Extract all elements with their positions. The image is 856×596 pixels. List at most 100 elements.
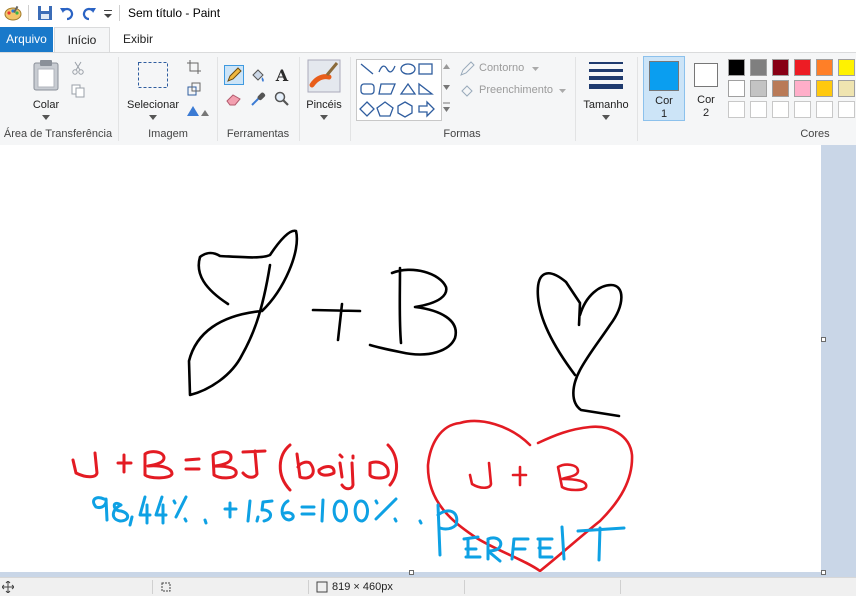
color-swatch[interactable]	[794, 101, 811, 118]
selection-size-icon	[161, 582, 171, 592]
size-button[interactable]: Tamanho	[580, 57, 632, 121]
color-swatch[interactable]	[816, 59, 833, 76]
ribbon: Colar Área de Transferência Selecionar I…	[0, 52, 856, 146]
select-label: Selecionar	[127, 99, 179, 111]
colors-group-label: Cores	[800, 128, 830, 140]
clipboard-group-label: Área de Transferência	[3, 128, 113, 140]
fill-bucket-icon	[461, 85, 473, 97]
color-swatch[interactable]	[772, 80, 789, 97]
color-swatch[interactable]	[816, 101, 833, 118]
color-swatch[interactable]	[728, 59, 745, 76]
chevron-down-icon	[320, 115, 328, 120]
color-swatch[interactable]	[772, 101, 789, 118]
color-swatch[interactable]	[728, 101, 745, 118]
black-drawing	[187, 229, 623, 418]
undo-icon[interactable]	[59, 4, 75, 22]
color-swatch[interactable]	[794, 80, 811, 97]
color-swatch[interactable]	[728, 80, 745, 97]
paint-app-icon[interactable]	[4, 4, 22, 22]
fill-label: Preenchimento	[479, 84, 553, 96]
clipboard-icon	[33, 60, 59, 91]
line-size-icon	[589, 62, 623, 89]
text-tool-icon[interactable]: A	[272, 65, 292, 85]
black-heart	[536, 272, 623, 418]
rotate-icon[interactable]	[184, 101, 212, 121]
status-bar: 819 × 460px	[0, 577, 856, 596]
color1-number: 1	[660, 108, 668, 120]
drawing-canvas[interactable]	[0, 145, 826, 575]
customize-toolbar-icon[interactable]	[103, 4, 113, 22]
color2-swatch	[694, 63, 718, 87]
select-button[interactable]: Selecionar	[124, 57, 182, 121]
window-title: Sem título - Paint	[128, 6, 221, 20]
magnifier-icon[interactable]	[272, 89, 292, 109]
color1-swatch	[649, 61, 679, 91]
canvas-resize-handle-right[interactable]	[821, 337, 826, 342]
cut-icon[interactable]	[68, 58, 88, 78]
outline-pen-icon	[460, 61, 475, 76]
selection-rect-icon	[138, 62, 168, 88]
chevron-down-icon	[602, 115, 610, 120]
color-swatch[interactable]	[838, 59, 855, 76]
color-swatch[interactable]	[750, 80, 767, 97]
color-palette	[728, 59, 856, 123]
copy-icon[interactable]	[68, 81, 88, 101]
redo-icon[interactable]	[81, 4, 97, 22]
brush-icon	[307, 59, 341, 93]
black-letter-b	[368, 266, 458, 356]
image-group-label: Imagem	[148, 128, 188, 140]
paste-button[interactable]: Colar	[26, 57, 66, 121]
canvas-resize-handle-bottom[interactable]	[409, 570, 414, 575]
size-label: Tamanho	[583, 99, 629, 111]
outline-dropdown[interactable]: Contorno	[459, 61, 559, 77]
canvas-size-icon	[316, 581, 328, 593]
tab-home[interactable]: Início	[54, 27, 110, 52]
title-bar: Sem título - Paint	[0, 0, 856, 27]
chevron-down-icon	[149, 115, 157, 120]
pencil-icon[interactable]	[224, 65, 244, 85]
resize-icon[interactable]	[184, 79, 204, 99]
outline-label: Contorno	[479, 62, 525, 74]
shapes-icon	[359, 63, 435, 118]
color2-button[interactable]: Cor 2	[688, 56, 724, 121]
red-heart	[426, 419, 634, 572]
shapes-scroll[interactable]	[441, 59, 452, 119]
color-swatch[interactable]	[838, 80, 855, 97]
color-swatch[interactable]	[750, 101, 767, 118]
canvas-size-text: 819 × 460px	[332, 581, 393, 593]
shapes-gallery[interactable]	[356, 59, 442, 121]
color2-number: 2	[702, 107, 710, 119]
brushes-button[interactable]: Pincéis	[303, 57, 345, 121]
color-picker-icon[interactable]	[248, 89, 268, 109]
brushes-label: Pincéis	[306, 99, 342, 111]
tools-group-label: Ferramentas	[226, 128, 290, 140]
black-plus	[311, 302, 362, 342]
color1-button[interactable]: Cor 1	[643, 56, 685, 121]
eraser-icon[interactable]	[224, 89, 244, 109]
color1-label: Cor	[655, 95, 673, 107]
black-letter-j	[187, 229, 299, 397]
color-swatch[interactable]	[816, 80, 833, 97]
canvas-workspace[interactable]	[0, 145, 856, 577]
color-swatch[interactable]	[838, 101, 855, 118]
chevron-down-icon	[42, 115, 50, 120]
tab-view[interactable]: Exibir	[112, 27, 164, 52]
shapes-group-label: Formas	[443, 128, 481, 140]
tab-file[interactable]: Arquivo	[0, 27, 53, 52]
color-swatch[interactable]	[750, 59, 767, 76]
canvas-resize-handle-corner[interactable]	[821, 570, 826, 575]
chevron-down-icon	[532, 67, 539, 71]
fill-dropdown[interactable]: Preenchimento	[459, 83, 579, 99]
crop-icon[interactable]	[184, 57, 204, 77]
save-icon[interactable]	[37, 4, 53, 22]
color-swatch[interactable]	[794, 59, 811, 76]
ribbon-tabs: Arquivo Início Exibir	[0, 27, 856, 52]
cursor-position-icon	[2, 581, 14, 593]
color-swatch[interactable]	[772, 59, 789, 76]
color2-label: Cor	[697, 94, 715, 106]
paste-label: Colar	[32, 99, 60, 111]
red-drawing	[71, 443, 398, 492]
blue-drawing	[92, 495, 626, 563]
fill-bucket-icon[interactable]	[248, 65, 268, 85]
chevron-down-icon	[559, 89, 566, 93]
